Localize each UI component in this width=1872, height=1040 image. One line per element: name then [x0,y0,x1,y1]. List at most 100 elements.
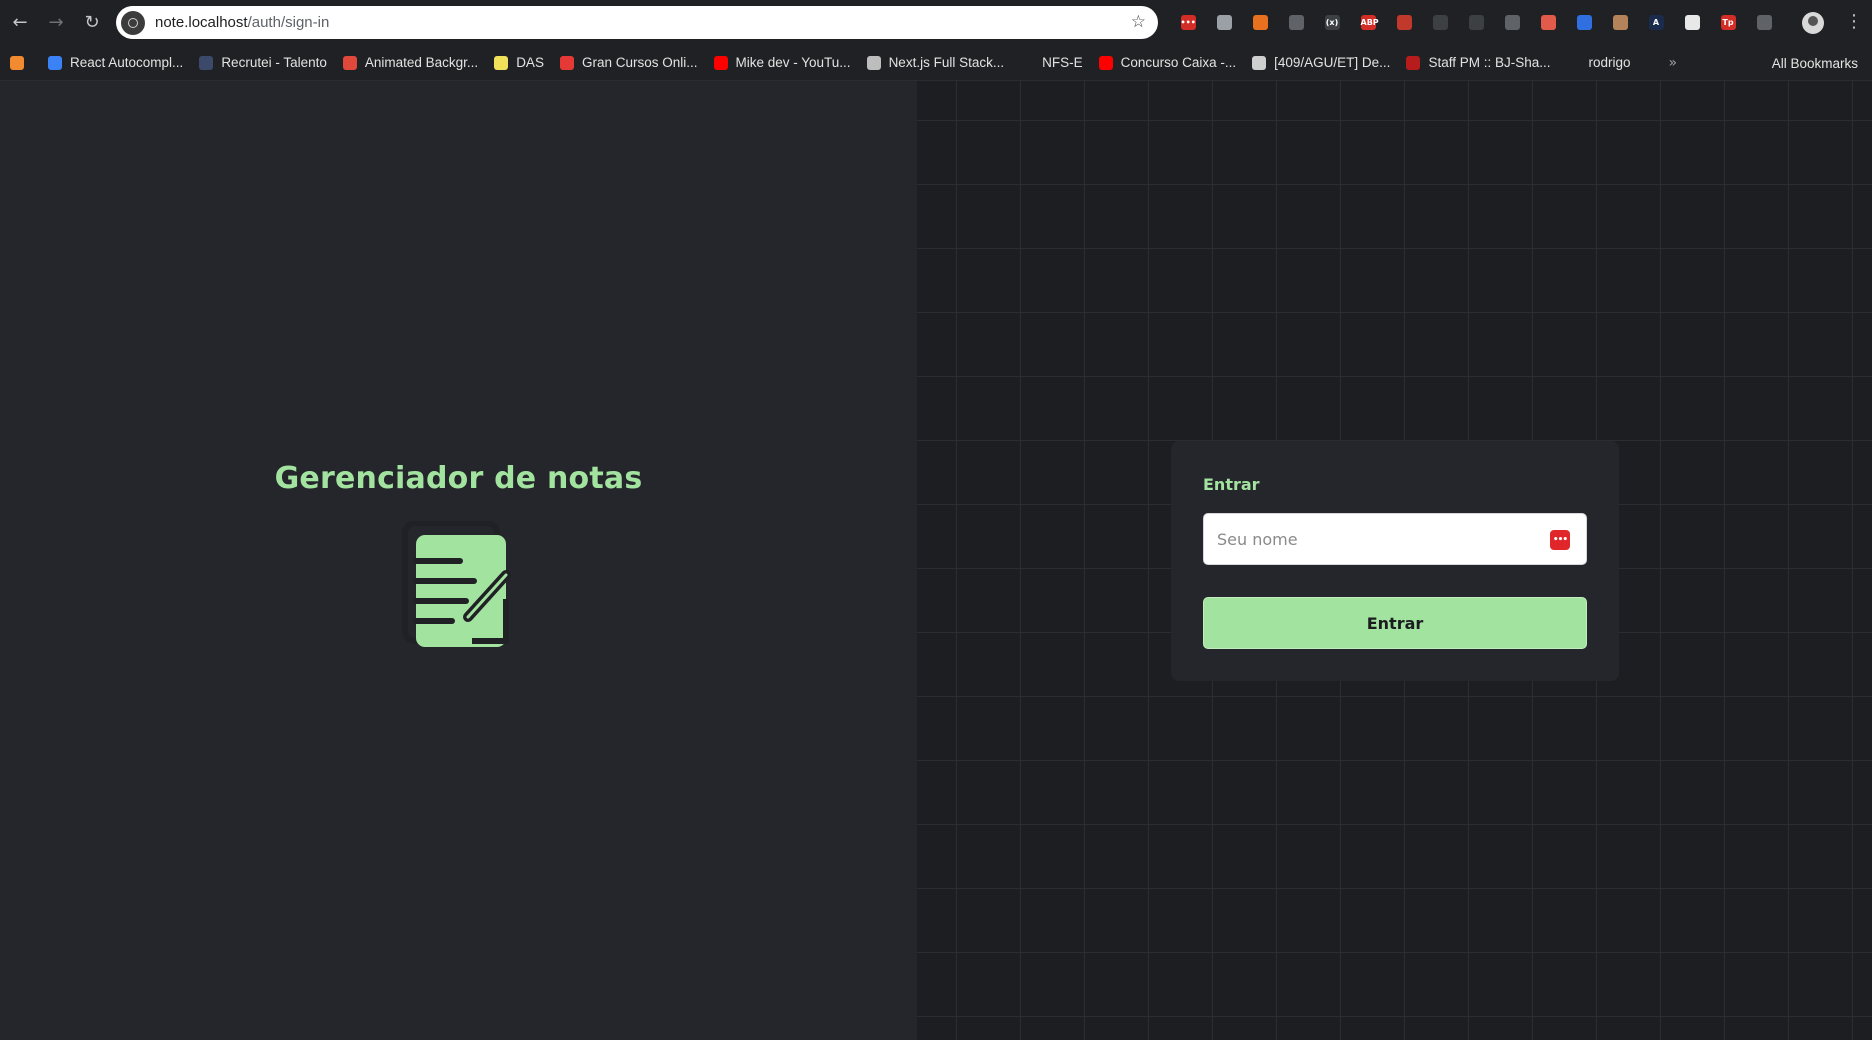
form-title: Entrar [1203,475,1260,494]
ext-blue-square-button[interactable] [1566,0,1602,45]
ext-notes-button[interactable] [1674,0,1710,45]
ext-ring-icon [1432,15,1448,30]
browser-toolbar: ← → ↻ note.localhost/auth/sign-in ☆ ••• (… [0,0,1872,45]
extensions-tray: ••• (x) ABP A Tp [1170,0,1782,45]
arrow-right-icon: → [48,12,64,33]
ext-red-badge-icon [1396,15,1412,30]
name-input[interactable] [1204,514,1534,564]
all-bookmarks-button[interactable]: All Bookmarks [1772,49,1858,77]
adblock-plus-ext-icon: ABP [1360,15,1379,30]
password-manager-icon[interactable]: ••• [1550,530,1570,550]
bookmark-favicon-icon [48,55,62,70]
ext-a-circle-button[interactable]: A [1638,0,1674,45]
ext-blue-square-icon [1576,15,1592,30]
extensions-puzzle-button[interactable] [1746,0,1782,45]
bookmark-label: Gran Cursos Onli... [581,55,698,70]
bookmark-item[interactable]: Staff PM :: BJ-Sha... [1398,49,1558,77]
bookmark-favicon-icon [1252,55,1267,70]
bookmarks-overflow-icon[interactable]: » [1669,55,1678,71]
bookmark-item[interactable]: React Autocompl... [40,49,191,77]
bookmark-star-icon[interactable]: ☆ [1131,12,1146,32]
ext-owl-button[interactable] [1602,0,1638,45]
react-devtools-ext-icon [1252,15,1268,30]
reload-icon: ↻ [84,12,100,33]
form-panel: Entrar ••• Entrar [917,81,1872,1040]
bookmark-label: Next.js Full Stack... [888,55,1005,70]
bookmark-label: Mike dev - YouTu... [735,55,851,70]
profile-avatar[interactable] [1802,12,1824,34]
bookmark-item[interactable]: Gran Cursos Onli... [552,49,706,77]
bookmark-favicon-icon [199,55,214,70]
bookmark-label: Recrutei - Talento [221,55,327,70]
address-bar[interactable]: note.localhost/auth/sign-in ☆ [116,6,1158,39]
bookmark-label: [409/AGU/ET] De... [1274,55,1391,70]
ext-screen-icon [1468,15,1484,30]
bookmark-item[interactable]: Animated Backgr... [335,49,486,77]
reload-button[interactable]: ↻ [74,5,110,41]
bookmark-label: Staff PM :: BJ-Sha... [1428,55,1551,70]
bookmark-item[interactable]: NFS-E [1012,49,1091,77]
bookmark-item[interactable]: Recrutei - Talento [191,49,335,77]
sign-in-page: Gerenciador de notas Entrar ••• Entrar [0,81,1872,1040]
ext-screen-button[interactable] [1458,0,1494,45]
submit-button[interactable]: Entrar [1203,597,1587,649]
name-field[interactable]: ••• [1203,513,1587,565]
ext-red-badge-button[interactable] [1386,0,1422,45]
bitwarden-ext-button[interactable] [1206,0,1242,45]
react-devtools-ext-button[interactable] [1242,0,1278,45]
bookmark-favicon-icon [1566,55,1581,70]
bookmark-favicon-icon [559,55,574,70]
lastpass-ext-button[interactable]: ••• [1170,0,1206,45]
arrow-left-icon: ← [12,12,28,33]
site-info-icon[interactable] [121,10,145,35]
back-button[interactable]: ← [2,5,38,41]
bookmark-item[interactable]: DAS [486,49,552,77]
ext-brackets-button[interactable]: (x) [1314,0,1350,45]
bookmark-label: rodrigo [1588,55,1631,70]
bookmark-label: React Autocompl... [70,55,184,70]
bookmark-favicon-icon [342,55,357,70]
bookmarks-bar: React Autocompl... Recrutei - Talento Anim… [0,45,1872,81]
app-title: Gerenciador de notas [274,461,643,496]
extensions-puzzle-icon [1756,15,1772,30]
bookmark-favicon-icon [713,55,728,70]
ext-target-button[interactable] [1494,0,1530,45]
ext-pdf-button[interactable] [1530,0,1566,45]
lastpass-ext-icon: ••• [1180,15,1196,30]
bookmark-label: NFS-E [1042,55,1083,70]
bookmark-item[interactable]: rodrigo [1559,49,1639,77]
ext-tp-button[interactable]: Tp [1710,0,1746,45]
ext-circle-button[interactable] [1278,0,1314,45]
ext-pdf-icon [1540,15,1556,30]
bitwarden-ext-icon [1216,15,1232,30]
note-edit-icon [402,521,511,647]
brand-panel: Gerenciador de notas [0,81,917,1040]
ext-ring-button[interactable] [1422,0,1458,45]
bookmark-favicon-icon [1406,55,1421,70]
bookmark-item[interactable]: [409/AGU/ET] De... [1244,49,1398,77]
bookmark-favicon-icon [10,55,24,70]
bookmark-item[interactable]: Next.js Full Stack... [859,49,1013,77]
sign-in-card: Entrar ••• Entrar [1171,441,1619,681]
forward-button[interactable]: → [38,5,74,41]
bookmark-favicon-icon [494,55,509,70]
adblock-plus-ext-button[interactable]: ABP [1350,0,1386,45]
ext-owl-icon [1612,15,1628,30]
ext-circle-icon [1288,15,1304,30]
ext-brackets-icon: (x) [1324,15,1340,30]
bookmark-item[interactable] [0,49,40,77]
bookmark-item[interactable]: Mike dev - YouTu... [706,49,859,77]
ext-target-icon [1504,15,1520,30]
bookmark-favicon-icon [1098,55,1113,70]
bookmark-favicon-icon [1020,55,1035,70]
bookmark-label: Animated Backgr... [364,55,479,70]
browser-menu-icon[interactable]: ⋮ [1845,11,1863,33]
bookmark-favicon-icon [866,55,881,70]
bookmark-label: Concurso Caixa -... [1120,55,1237,70]
brand-header: Gerenciador de notas [0,461,917,496]
bookmark-label: DAS [516,55,544,70]
url-text[interactable]: note.localhost/auth/sign-in [155,14,329,31]
ext-notes-icon [1684,15,1700,30]
ext-tp-icon: Tp [1720,15,1736,30]
bookmark-item[interactable]: Concurso Caixa -... [1091,49,1245,77]
